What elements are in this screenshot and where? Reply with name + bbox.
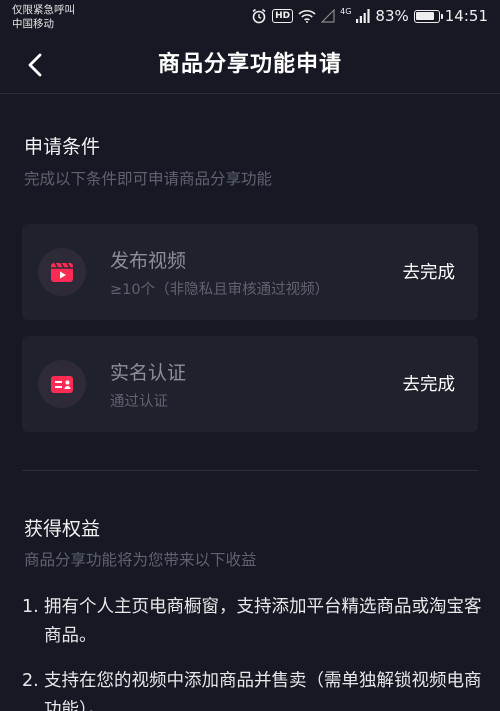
id-card-icon-wrap xyxy=(38,360,86,408)
status-icons: HD 4G 83% 14:51 xyxy=(251,7,488,25)
back-button[interactable] xyxy=(18,48,52,82)
condition-card-publish-video[interactable]: 发布视频 ≥10个（非隐私且审核通过视频） 去完成 xyxy=(22,224,478,320)
benefits-title: 获得权益 xyxy=(24,518,101,540)
video-icon xyxy=(51,262,73,282)
benefit-number: 2. xyxy=(22,671,39,691)
benefit-text: 支持在您的视频中添加商品并售卖（需单独解锁视频电商功能）。 xyxy=(44,671,482,711)
signal-empty-icon xyxy=(321,9,335,23)
signal-icon xyxy=(356,9,371,23)
status-bar: 仅限紧急呼叫 中国移动 HD 4G 83% 14:51 xyxy=(0,0,500,36)
benefit-item: 2. 支持在您的视频中添加商品并售卖（需单独解锁视频电商功能）。 xyxy=(22,667,482,711)
clock: 14:51 xyxy=(444,7,488,25)
video-icon-wrap xyxy=(38,248,86,296)
benefits-subtitle: 商品分享功能将为您带来以下收益 xyxy=(24,551,257,569)
go-complete-button[interactable]: 去完成 xyxy=(403,371,456,396)
condition-subtitle: ≥10个（非隐私且审核通过视频） xyxy=(110,282,330,298)
page-title: 商品分享功能申请 xyxy=(157,52,342,77)
benefit-number: 1. xyxy=(22,597,39,617)
battery-fill xyxy=(416,12,434,20)
nav-bar: 商品分享功能申请 xyxy=(0,36,500,94)
conditions-title: 申请条件 xyxy=(24,136,101,158)
hd-badge: HD xyxy=(272,9,294,23)
battery-icon xyxy=(413,9,443,23)
condition-title: 发布视频 xyxy=(110,250,187,272)
condition-title: 实名认证 xyxy=(110,362,187,384)
section-divider xyxy=(22,470,478,471)
alarm-icon xyxy=(251,8,267,24)
battery-percent: 83% xyxy=(375,7,409,25)
go-complete-button[interactable]: 去完成 xyxy=(403,259,456,284)
condition-card-real-name[interactable]: 实名认证 通过认证 去完成 xyxy=(22,336,478,432)
carrier-line-2: 中国移动 xyxy=(12,18,54,30)
id-card-icon xyxy=(51,376,73,393)
benefit-item: 1. 拥有个人主页电商橱窗，支持添加平台精选商品或淘宝客商品。 xyxy=(22,593,482,651)
chevron-left-icon xyxy=(28,53,42,77)
carrier-info: 仅限紧急呼叫 中国移动 xyxy=(12,3,75,31)
screen: 仅限紧急呼叫 中国移动 HD 4G 83% 14:51 商品分享功能申请 申请条… xyxy=(0,0,500,711)
conditions-subtitle: 完成以下条件即可申请商品分享功能 xyxy=(24,170,273,188)
benefit-text: 拥有个人主页电商橱窗，支持添加平台精选商品或淘宝客商品。 xyxy=(44,597,482,646)
wifi-icon xyxy=(298,9,316,23)
carrier-line-1: 仅限紧急呼叫 xyxy=(12,4,75,16)
network-type: 4G xyxy=(340,7,352,16)
condition-subtitle: 通过认证 xyxy=(110,394,168,410)
